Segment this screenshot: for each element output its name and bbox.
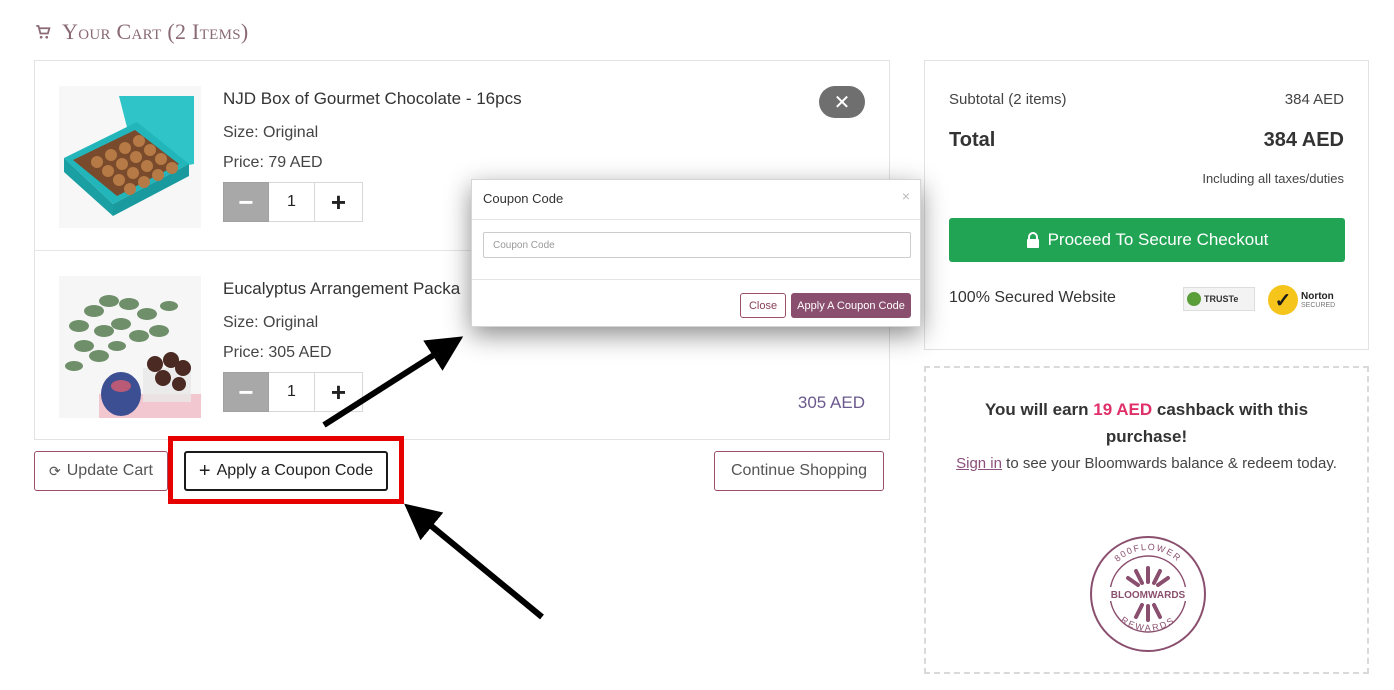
decrease-quantity-button[interactable]: −: [223, 372, 269, 412]
earn-prefix: You will earn: [984, 400, 1094, 419]
truste-badge[interactable]: TRUSTe: [1183, 287, 1255, 311]
product-size: Size: Original: [223, 124, 319, 141]
tax-note: Including all taxes/duties: [1202, 171, 1344, 186]
modal-title: Coupon Code: [483, 191, 564, 206]
product-name[interactable]: Eucalyptus Arrangement Packa: [223, 279, 460, 299]
product-price: Price: 79 AED: [223, 154, 323, 171]
quantity-value[interactable]: 1: [269, 372, 315, 412]
highlight-box: [168, 436, 404, 504]
checkout-label: Proceed To Secure Checkout: [1047, 230, 1269, 249]
subtotal-label: Subtotal (2 items): [949, 91, 1067, 108]
modal-close-button[interactable]: Close: [740, 293, 786, 318]
norton-subtitle: SECURED: [1301, 301, 1336, 309]
product-image-eucalyptus[interactable]: [59, 276, 201, 418]
product-price: Price: 305 AED: [223, 344, 332, 361]
secure-checkout-button[interactable]: Proceed To Secure Checkout: [949, 218, 1345, 262]
increase-quantity-button[interactable]: +: [315, 372, 363, 412]
bloomwards-logo: BLOOMWARDS 800FLOWER REWARDS: [1090, 536, 1206, 652]
secured-website-text: 100% Secured Website: [949, 289, 1116, 306]
order-summary: Subtotal (2 items) 384 AED Total 384 AED…: [924, 60, 1369, 350]
signin-message: Sign in to see your Bloomwards balance &…: [956, 452, 1337, 476]
close-icon: ✕: [833, 91, 851, 114]
remove-item-button[interactable]: ✕: [819, 86, 865, 118]
increase-quantity-button[interactable]: +: [315, 182, 363, 222]
update-cart-label: Update Cart: [66, 462, 153, 479]
checkmark-icon: ✓: [1268, 285, 1298, 315]
total-value: 384 AED: [1263, 129, 1344, 151]
coupon-modal: Coupon Code × Close Apply A Coupon Code: [471, 179, 921, 327]
cashback-message: You will earn 19 AED cashback with this …: [956, 396, 1337, 450]
logo-top-text: 800FLOWER: [1112, 542, 1182, 564]
lock-icon: [1026, 232, 1039, 248]
signin-suffix: to see your Bloomwards balance & redeem …: [1001, 455, 1337, 472]
norton-badge[interactable]: ✓ Norton SECURED: [1268, 281, 1342, 319]
norton-label: Norton SECURED: [1301, 291, 1335, 310]
arrow-to-coupon-button: [404, 503, 544, 620]
quantity-stepper: − 1 +: [223, 372, 363, 412]
product-name[interactable]: NJD Box of Gourmet Chocolate - 16pcs: [223, 89, 522, 109]
continue-shopping-button[interactable]: Continue Shopping: [714, 451, 884, 491]
refresh-icon: ⟳: [49, 462, 61, 479]
total-label: Total: [949, 129, 996, 151]
cart-icon: [36, 25, 51, 39]
decrease-quantity-button[interactable]: −: [223, 182, 269, 222]
rewards-panel: You will earn 19 AED cashback with this …: [924, 366, 1369, 674]
product-image-chocolate[interactable]: [59, 86, 201, 228]
continue-shopping-label: Continue Shopping: [730, 462, 868, 479]
truste-label: TRUSTe: [1204, 294, 1239, 304]
cashback-amount: 19 AED: [1093, 400, 1153, 419]
subtotal-value: 384 AED: [1284, 91, 1344, 108]
item-total-price: 305 AED: [797, 393, 865, 412]
modal-close-icon[interactable]: ×: [902, 188, 910, 204]
quantity-value[interactable]: 1: [269, 182, 315, 222]
norton-title: Norton: [1301, 290, 1334, 302]
modal-apply-coupon-button[interactable]: Apply A Coupon Code: [791, 293, 911, 318]
logo-middle-text: BLOOMWARDS: [1111, 590, 1186, 601]
update-cart-button[interactable]: ⟳ Update Cart: [34, 451, 168, 491]
coupon-code-input[interactable]: [483, 232, 911, 258]
sign-in-link[interactable]: Sign in: [956, 455, 1002, 472]
page-title: Your Cart (2 Items): [62, 19, 249, 44]
svg-text:800FLOWER: 800FLOWER: [1112, 542, 1183, 564]
cart-heading: Your Cart (2 Items): [34, 18, 249, 46]
product-size: Size: Original: [223, 314, 319, 331]
truste-icon: [1187, 292, 1201, 306]
quantity-stepper: − 1 +: [223, 182, 363, 222]
